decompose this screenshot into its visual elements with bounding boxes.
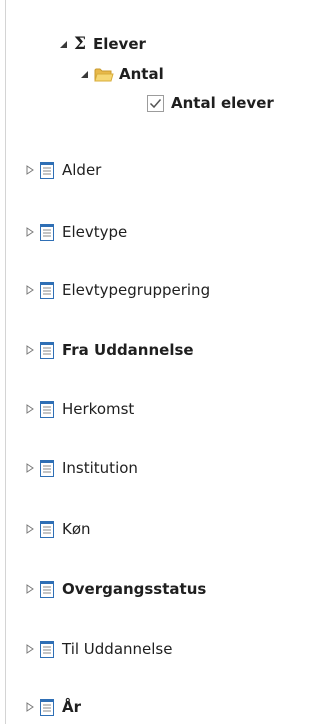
expanded-triangle-icon[interactable] [57,38,69,50]
tree-node-measure[interactable]: Antal elever [147,91,274,115]
folder-label: Antal [119,65,164,83]
table-dimension-icon [40,281,54,299]
table-dimension-icon [40,400,54,418]
collapsed-triangle-icon[interactable] [24,701,36,713]
collapsed-triangle-icon[interactable] [24,344,36,356]
dimension-label: Fra Uddannelse [62,341,194,359]
tree-node-dimension[interactable]: År [24,695,81,719]
tree-node-dimension[interactable]: Alder [24,158,101,182]
tree-node-dimension[interactable]: Fra Uddannelse [24,338,194,362]
dimension-label: Herkomst [62,400,135,418]
tree-node-dimension[interactable]: Herkomst [24,397,134,421]
table-dimension-icon [40,223,54,241]
sigma-icon: Σ [73,34,87,54]
expanded-triangle-icon[interactable] [78,68,90,80]
collapsed-triangle-icon[interactable] [24,284,36,296]
measure-group-label: Elever [93,35,146,53]
tree-node-dimension[interactable]: Elevtypegruppering [24,278,210,302]
table-dimension-icon [40,698,54,716]
collapsed-triangle-icon[interactable] [24,523,36,535]
dimension-label: Elevtype [62,223,128,241]
dimension-label: År [62,698,82,716]
dimension-label: Alder [62,161,102,179]
table-dimension-icon [40,341,54,359]
tree-node-measure-group[interactable]: Σ Elever [57,32,146,56]
dimension-label: Køn [62,520,91,538]
tree-node-dimension[interactable]: Institution [24,456,138,480]
table-dimension-icon [40,580,54,598]
collapsed-triangle-icon[interactable] [24,403,36,415]
tree-node-folder[interactable]: Antal [78,62,164,86]
dimension-label: Overgangsstatus [62,580,207,598]
dimension-label: Til Uddannelse [62,640,173,658]
table-dimension-icon [40,161,54,179]
dimension-label: Elevtypegruppering [62,281,211,299]
collapsed-triangle-icon[interactable] [24,462,36,474]
collapsed-triangle-icon[interactable] [24,164,36,176]
dimension-label: Institution [62,459,138,477]
folder-icon [94,67,114,82]
checkbox-checked[interactable] [147,94,164,112]
collapsed-triangle-icon[interactable] [24,226,36,238]
table-dimension-icon [40,640,54,658]
panel-left-border [5,0,6,724]
table-dimension-icon [40,459,54,477]
tree-node-dimension[interactable]: Til Uddannelse [24,637,172,661]
tree-node-dimension[interactable]: Elevtype [24,220,127,244]
tree-node-dimension[interactable]: Overgangsstatus [24,577,206,601]
measure-label: Antal elever [171,94,274,112]
collapsed-triangle-icon[interactable] [24,643,36,655]
table-dimension-icon [40,520,54,538]
collapsed-triangle-icon[interactable] [24,583,36,595]
tree-node-dimension[interactable]: Køn [24,517,91,541]
